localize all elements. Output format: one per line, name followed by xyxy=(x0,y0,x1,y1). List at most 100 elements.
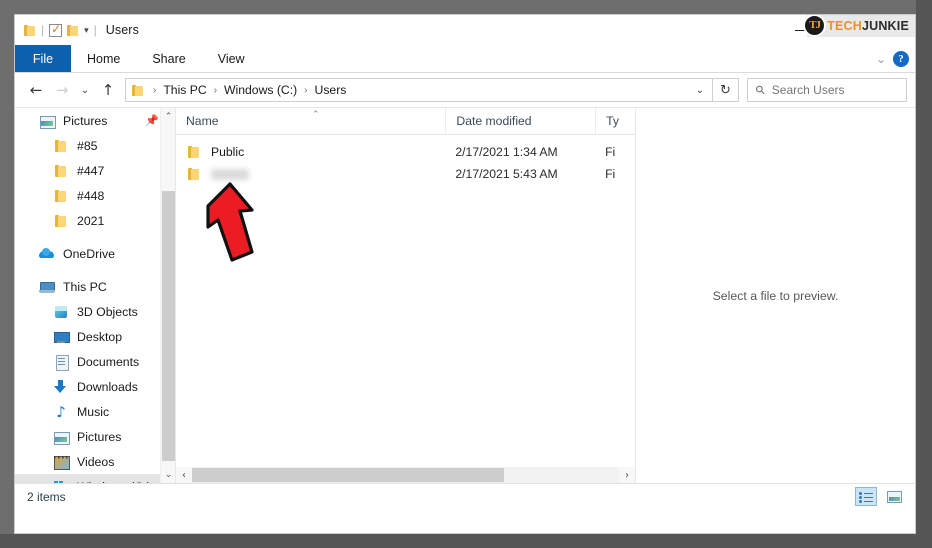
item-count-label: 2 items xyxy=(27,489,66,504)
tab-view[interactable]: View xyxy=(202,45,261,72)
up-button[interactable]: ↑ xyxy=(95,77,121,103)
folder-icon xyxy=(53,188,69,204)
documents-icon xyxy=(53,354,69,371)
address-bar[interactable]: › This PC › Windows (C:) › Users ⌄ xyxy=(125,78,713,102)
column-label: Date modified xyxy=(456,114,532,128)
hscroll-thumb[interactable] xyxy=(192,468,504,482)
scroll-right-icon[interactable]: › xyxy=(619,467,635,483)
sidebar-item-windows-c[interactable]: Windows (C:) xyxy=(15,474,175,483)
breadcrumb-windows-c[interactable]: Windows (C:) xyxy=(222,83,299,97)
table-row[interactable]: Public 2/17/2021 1:34 AM Fi xyxy=(176,141,635,163)
file-type-cell: Fi xyxy=(605,167,616,181)
quick-access-toolbar[interactable]: | ▾ | xyxy=(15,22,97,37)
sidebar-item-downloads[interactable]: Downloads xyxy=(15,374,175,399)
sidebar-item-pictures-quick[interactable]: Pictures 📌 xyxy=(15,108,175,133)
file-name-cell[interactable]: Public xyxy=(176,144,445,160)
address-folder-icon xyxy=(132,84,144,97)
tab-file[interactable]: File xyxy=(15,45,71,72)
sidebar-item-label: Videos xyxy=(77,454,115,469)
sidebar-item-music[interactable]: ♪ Music xyxy=(15,399,175,424)
large-icons-view-button[interactable] xyxy=(883,487,905,506)
screenshot-frame: | ▾ | Users ✕ TJ TECH JUNKIE Fi xyxy=(0,0,932,548)
horizontal-scrollbar[interactable]: ‹ › xyxy=(176,467,635,483)
search-box[interactable]: ⚲ Search Users xyxy=(747,78,907,102)
sidebar-item-2021[interactable]: 2021 xyxy=(15,208,175,233)
details-view-button[interactable] xyxy=(855,487,877,506)
new-folder-icon[interactable] xyxy=(67,24,79,37)
sidebar-item-videos[interactable]: Videos xyxy=(15,449,175,474)
folder-icon xyxy=(53,138,69,154)
desktop-backdrop-bottom xyxy=(0,534,932,548)
view-toggle-buttons xyxy=(855,487,905,506)
ribbon-tab-bar: File Home Share View ⌄ ? xyxy=(15,45,915,73)
large-icons-view-icon xyxy=(886,490,902,503)
column-headers: Name ⌃ Date modified Ty xyxy=(176,108,635,135)
window-title: Users xyxy=(105,23,139,37)
help-icon[interactable]: ? xyxy=(893,51,909,67)
column-header-type[interactable]: Ty xyxy=(595,108,635,135)
recent-locations-icon[interactable]: ⌄ xyxy=(75,77,95,103)
breadcrumb-this-pc[interactable]: This PC xyxy=(161,83,208,97)
sidebar-item-label: #85 xyxy=(77,138,98,153)
column-label: Ty xyxy=(606,114,619,128)
sidebar-item-447[interactable]: #447 xyxy=(15,158,175,183)
pin-icon[interactable]: 📌 xyxy=(145,114,159,127)
folder-icon[interactable] xyxy=(24,24,36,37)
sidebar-item-85[interactable]: #85 xyxy=(15,133,175,158)
forward-button[interactable]: → xyxy=(49,77,75,103)
sidebar-item-documents[interactable]: Documents xyxy=(15,349,175,374)
details-view-icon xyxy=(858,491,874,503)
sidebar-item-3d-objects[interactable]: 3D Objects xyxy=(15,299,175,324)
obj3d-icon xyxy=(53,304,69,320)
back-button[interactable]: ← xyxy=(23,77,49,103)
file-type-cell: Fi xyxy=(605,145,616,159)
refresh-button[interactable]: ↻ xyxy=(713,78,739,102)
sidebar-item-label: 3D Objects xyxy=(77,304,138,319)
hscroll-track[interactable] xyxy=(192,467,619,483)
redacted-user-folder-name xyxy=(211,168,249,180)
checkbox-properties-icon[interactable] xyxy=(49,22,63,37)
toolbar-divider: | xyxy=(41,23,45,37)
pictures-icon xyxy=(39,113,56,129)
sidebar-item-pictures[interactable]: Pictures xyxy=(15,424,175,449)
chevron-down-icon[interactable]: ▾ xyxy=(84,25,89,36)
column-header-name[interactable]: Name ⌃ xyxy=(176,108,445,135)
address-bar-row: ← → ⌄ ↑ › This PC › Windows (C:) › Users… xyxy=(15,73,915,107)
explorer-body: Pictures 📌 #85 #447 #448 2021 OneDrive T… xyxy=(15,107,915,483)
tab-share[interactable]: Share xyxy=(136,45,201,72)
sidebar-item-448[interactable]: #448 xyxy=(15,183,175,208)
techjunkie-badge-icon: TJ xyxy=(803,15,827,37)
scroll-up-icon[interactable]: ⌃ xyxy=(161,108,175,125)
breadcrumb-users[interactable]: Users xyxy=(313,83,349,97)
address-dropdown-icon[interactable]: ⌄ xyxy=(696,85,708,96)
sidebar-item-this-pc[interactable]: This PC xyxy=(15,274,175,299)
scroll-down-icon[interactable]: ⌄ xyxy=(161,466,175,483)
desktop-backdrop-left xyxy=(0,0,14,548)
sidebar-item-onedrive[interactable]: OneDrive xyxy=(15,241,175,266)
sidebar-scrollbar[interactable]: ⌃ ⌄ xyxy=(160,108,175,483)
downloads-icon xyxy=(53,379,69,395)
file-date-cell: 2/17/2021 5:43 AM xyxy=(455,167,558,181)
sidebar-item-desktop[interactable]: Desktop xyxy=(15,324,175,349)
breadcrumb-separator-2[interactable]: › xyxy=(299,85,312,96)
search-placeholder: Search Users xyxy=(771,83,845,97)
sidebar-item-label: Pictures xyxy=(63,113,108,128)
sidebar-scroll-thumb[interactable] xyxy=(162,191,175,461)
techjunkie-badge-text: TJ xyxy=(809,19,821,31)
watermark-junkie-text: JUNKIE xyxy=(861,19,909,33)
search-icon: ⚲ xyxy=(752,81,769,99)
sidebar-item-label: Downloads xyxy=(77,379,138,394)
tab-home[interactable]: Home xyxy=(71,45,136,72)
breadcrumb-separator-0[interactable]: › xyxy=(148,85,161,96)
desktop-icon xyxy=(53,329,70,345)
column-header-date-modified[interactable]: Date modified xyxy=(445,108,595,135)
desktop-backdrop-right xyxy=(916,0,932,548)
column-label: Name xyxy=(186,114,219,128)
pictures-icon xyxy=(53,429,70,445)
desktop-backdrop-top xyxy=(0,0,932,14)
scroll-left-icon[interactable]: ‹ xyxy=(176,467,192,483)
breadcrumb-separator-1[interactable]: › xyxy=(209,85,222,96)
techjunkie-watermark: TJ TECH JUNKIE xyxy=(803,15,915,37)
file-date-cell: 2/17/2021 1:34 AM xyxy=(455,145,558,159)
expand-ribbon-chevron-icon[interactable]: ⌄ xyxy=(876,52,886,66)
